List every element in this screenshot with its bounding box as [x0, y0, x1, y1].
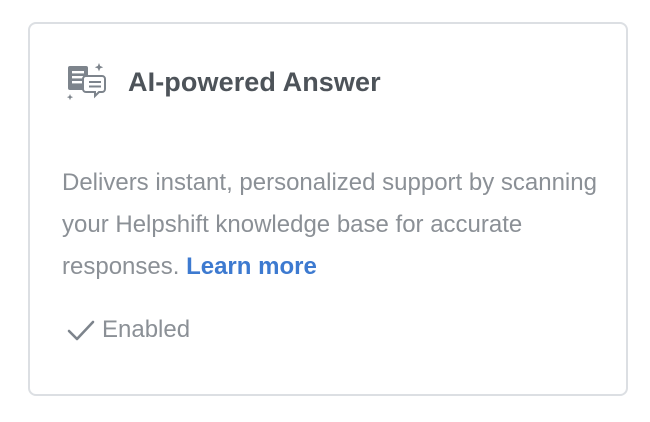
status-indicator: Enabled [66, 316, 190, 344]
status-label: Enabled [102, 316, 191, 343]
checkmark-icon [67, 320, 95, 341]
card-header: AI-powered Answer [64, 60, 381, 104]
feature-card: AI-powered Answer Delivers instant, pers… [28, 22, 628, 396]
card-title: AI-powered Answer [128, 66, 381, 97]
ai-answer-icon [66, 63, 106, 101]
learn-more-link[interactable]: Learn more [186, 253, 317, 280]
description-text: Delivers instant, personalized support b… [62, 169, 597, 280]
card-description: Delivers instant, personalized support b… [62, 162, 602, 288]
